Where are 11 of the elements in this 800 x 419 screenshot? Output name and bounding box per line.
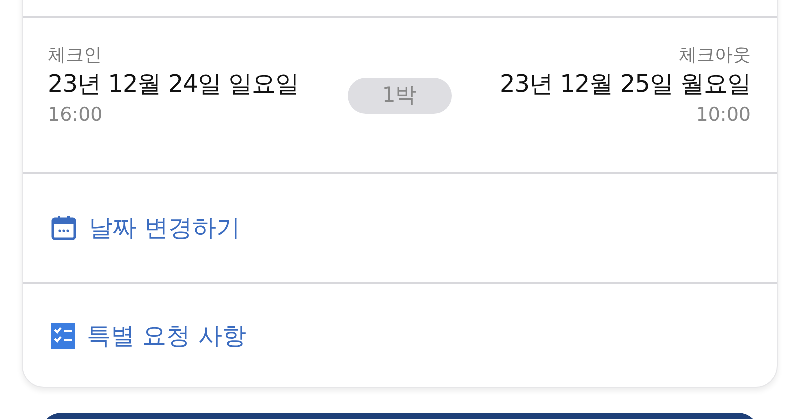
change-dates-link[interactable]: 날짜 변경하기 [89, 210, 241, 246]
checkout-label: 체크아웃 [678, 44, 751, 68]
checkin-time: 16:00 [48, 103, 104, 128]
checkin-date: 23년 12월 24일 일요일 [48, 69, 300, 100]
checkout-date: 23년 12월 25일 월요일 [500, 69, 751, 100]
checkin-label: 체크인 [48, 44, 103, 68]
calendar-icon [51, 215, 77, 241]
special-requests-link[interactable]: 특별 요청 사항 [87, 318, 246, 354]
checkout-time: 10:00 [695, 103, 751, 128]
checklist-icon [51, 322, 75, 348]
nights-badge: 1박 [348, 78, 452, 114]
